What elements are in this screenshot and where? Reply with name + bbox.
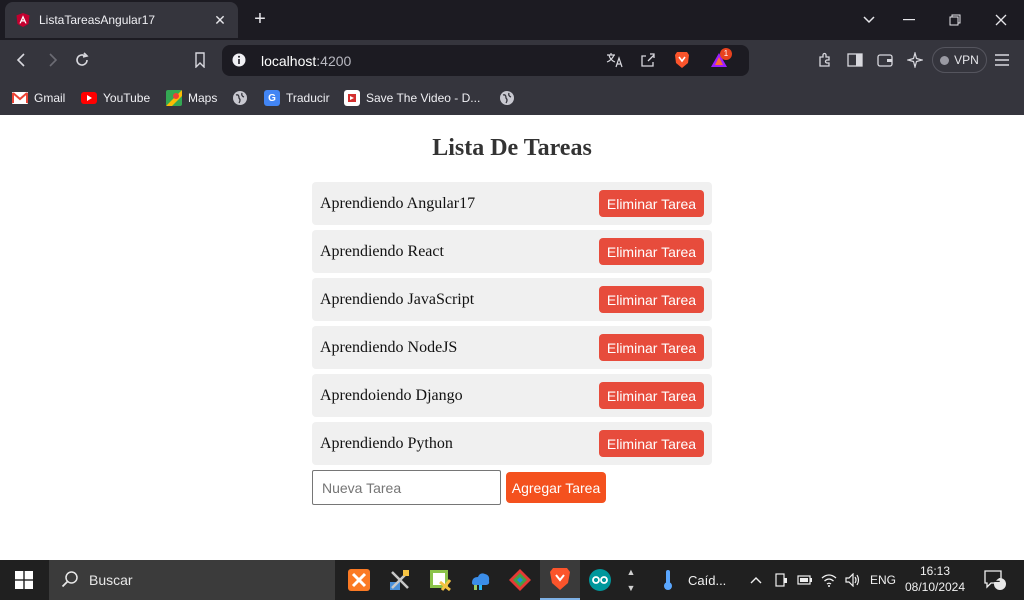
- show-hidden-icons-icon[interactable]: [746, 560, 766, 600]
- delete-task-button[interactable]: Eliminar Tarea: [599, 286, 704, 313]
- new-tab-icon[interactable]: +: [250, 9, 270, 31]
- site-info-icon[interactable]: [232, 53, 246, 72]
- delete-task-button[interactable]: Eliminar Tarea: [599, 382, 704, 409]
- page-title: Lista De Tareas: [432, 135, 592, 161]
- app-page: Lista De Tareas Aprendiendo Angular17 El…: [0, 115, 1024, 560]
- reload-icon[interactable]: [70, 48, 94, 72]
- close-window-icon[interactable]: [978, 0, 1024, 40]
- task-text: Aprendiendo JavaScript: [320, 290, 475, 308]
- delete-task-button[interactable]: Eliminar Tarea: [599, 190, 704, 217]
- windows-taskbar: Buscar ▲ ▼ Caíd... ENG 16:13 08/10/2024 …: [0, 560, 1024, 600]
- gmail-icon: [12, 90, 28, 106]
- task-item: Aprendiendo Python Eliminar Tarea: [312, 422, 712, 465]
- language-indicator[interactable]: ENG: [870, 573, 896, 587]
- translate-icon[interactable]: [606, 52, 624, 73]
- git-tool-icon[interactable]: [500, 560, 540, 600]
- taskbar-scroll-icon[interactable]: ▲ ▼: [622, 560, 640, 600]
- tab-title: ListaTareasAngular17: [39, 13, 156, 27]
- angular-icon: [15, 12, 31, 28]
- notification-badge: 1: [720, 48, 732, 60]
- brave-shields-icon[interactable]: [674, 51, 690, 74]
- task-text: Aprendiendo React: [320, 242, 444, 260]
- search-icon: [61, 570, 79, 591]
- wifi-icon[interactable]: [818, 560, 840, 600]
- youtube-icon: [81, 90, 97, 106]
- globe-icon: [499, 90, 515, 106]
- bookmark-globe[interactable]: [232, 88, 248, 108]
- task-item: Aprendiendo JavaScript Eliminar Tarea: [312, 278, 712, 321]
- delete-task-button[interactable]: Eliminar Tarea: [599, 334, 704, 361]
- globe-icon: [232, 90, 248, 106]
- add-task-form: Agregar Tarea: [312, 470, 712, 505]
- bookmark-gmail[interactable]: Gmail: [12, 88, 65, 108]
- taskbar-search[interactable]: Buscar: [49, 560, 335, 600]
- task-text: Aprendiendo NodeJS: [320, 338, 458, 356]
- weather-label[interactable]: Caíd...: [688, 573, 726, 588]
- browser-tab-strip: ListaTareasAngular17 ✕ +: [0, 0, 1024, 40]
- volume-icon[interactable]: [842, 560, 864, 600]
- task-text: Aprendoiendo Django: [320, 386, 463, 404]
- windows-start-icon[interactable]: [0, 560, 48, 600]
- task-list: Aprendiendo Angular17 Eliminar Tarea Apr…: [312, 182, 712, 470]
- thermometer-icon[interactable]: [648, 560, 688, 600]
- clock[interactable]: 16:13 08/10/2024: [900, 563, 970, 595]
- new-task-input[interactable]: [312, 470, 501, 505]
- task-text: Aprendiendo Python: [320, 434, 453, 452]
- back-icon[interactable]: [10, 48, 34, 72]
- bookmark-maps[interactable]: Maps: [166, 88, 217, 108]
- bookmarks-bar: Gmail YouTube Maps G Traducir Save The V…: [0, 80, 1024, 115]
- extensions-icon[interactable]: [813, 48, 837, 72]
- brave-browser-icon[interactable]: [540, 560, 580, 600]
- bookmark-save-the-video[interactable]: Save The Video - D...: [344, 88, 480, 108]
- arduino-icon[interactable]: [580, 560, 620, 600]
- task-item: Aprendiendo Angular17 Eliminar Tarea: [312, 182, 712, 225]
- address-bar[interactable]: localhost:4200: [222, 45, 749, 76]
- tools-app-icon[interactable]: [380, 560, 420, 600]
- task-text: Aprendiendo Angular17: [320, 194, 476, 212]
- browser-tab[interactable]: ListaTareasAngular17 ✕: [5, 2, 238, 38]
- menu-icon[interactable]: [990, 48, 1014, 72]
- wallet-icon[interactable]: [873, 48, 897, 72]
- vpn-status-icon: [940, 55, 950, 65]
- bookmark-globe-2[interactable]: [499, 88, 515, 108]
- device-icon[interactable]: [770, 560, 792, 600]
- battery-icon[interactable]: [794, 560, 816, 600]
- google-translate-icon: G: [264, 90, 280, 106]
- minimize-icon[interactable]: [886, 0, 932, 40]
- bookmark-traducir[interactable]: G Traducir: [264, 88, 330, 108]
- scheduler-app-icon[interactable]: [420, 560, 460, 600]
- task-item: Aprendiendo React Eliminar Tarea: [312, 230, 712, 273]
- vpn-button[interactable]: VPN: [932, 47, 987, 73]
- restore-icon[interactable]: [932, 0, 978, 40]
- notifications-icon[interactable]: 2: [980, 560, 1010, 600]
- leo-ai-icon[interactable]: [903, 48, 927, 72]
- delete-task-button[interactable]: Eliminar Tarea: [599, 238, 704, 265]
- bookmark-youtube[interactable]: YouTube: [81, 88, 150, 108]
- bookmark-icon[interactable]: [188, 48, 212, 72]
- maps-icon: [166, 90, 182, 106]
- save-the-video-icon: [344, 90, 360, 106]
- url-text: localhost:4200: [261, 53, 352, 69]
- task-item: Aprendoiendo Django Eliminar Tarea: [312, 374, 712, 417]
- azure-data-studio-icon[interactable]: [460, 560, 500, 600]
- xampp-icon[interactable]: [339, 560, 379, 600]
- add-task-button[interactable]: Agregar Tarea: [506, 472, 606, 503]
- share-icon[interactable]: [640, 52, 656, 73]
- task-item: Aprendiendo NodeJS Eliminar Tarea: [312, 326, 712, 369]
- forward-icon[interactable]: [40, 48, 64, 72]
- sidebar-icon[interactable]: [843, 48, 867, 72]
- delete-task-button[interactable]: Eliminar Tarea: [599, 430, 704, 457]
- close-icon[interactable]: ✕: [212, 12, 228, 29]
